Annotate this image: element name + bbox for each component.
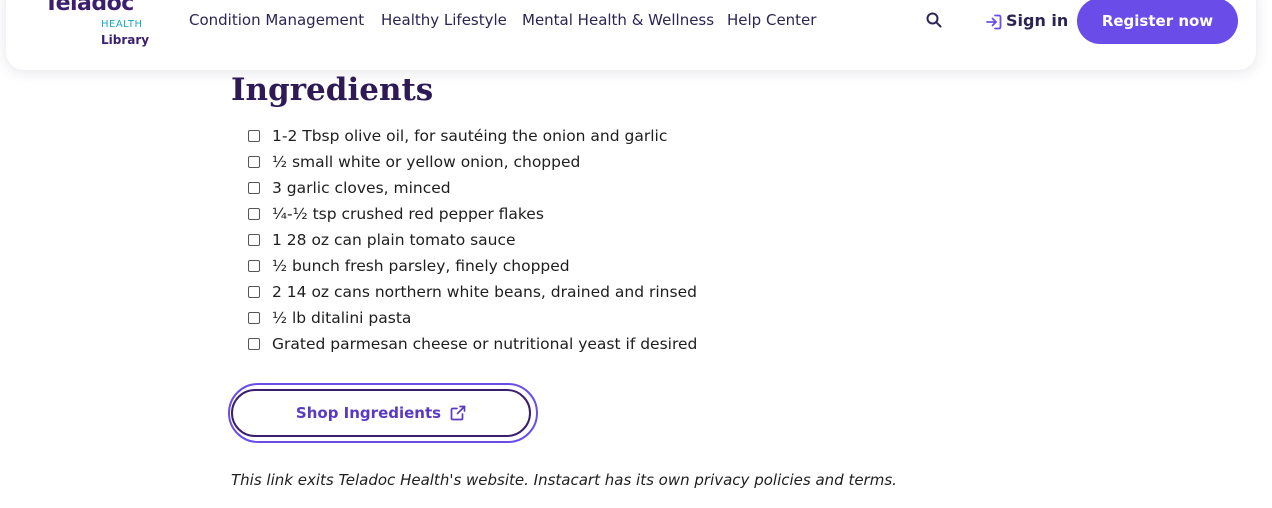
ingredient-label: 2 14 oz cans northern white beans, drain… (272, 283, 697, 301)
ingredient-checkbox[interactable] (248, 234, 260, 246)
teladoc-health-library-logo[interactable]: Teladoc ® HEALTH Library (44, 0, 154, 51)
ingredient-checkbox[interactable] (248, 130, 260, 142)
logo-library-text: Library (101, 33, 150, 47)
ingredient-checkbox[interactable] (248, 156, 260, 168)
ingredient-checkbox[interactable] (248, 260, 260, 272)
shop-ingredients-button[interactable]: Shop Ingredients (231, 389, 531, 437)
ingredient-label: ¼-½ tsp crushed red pepper flakes (272, 205, 544, 223)
ingredients-heading: Ingredients (231, 72, 434, 108)
nav-help-center[interactable]: Help Center (727, 11, 816, 29)
external-link-icon (450, 405, 466, 421)
ingredient-label: Grated parmesan cheese or nutritional ye… (272, 335, 698, 353)
ingredient-label: 3 garlic cloves, minced (272, 179, 451, 197)
shop-ingredients-label: Shop Ingredients (295, 404, 442, 422)
ingredient-checkbox[interactable] (248, 312, 260, 324)
ingredient-label: 1-2 Tbsp olive oil, for sautéing the oni… (272, 127, 668, 145)
ingredient-label: ½ small white or yellow onion, chopped (272, 153, 581, 171)
nav-mental-health-wellness[interactable]: Mental Health & Wellness (522, 11, 714, 29)
nav-condition-management[interactable]: Condition Management (189, 11, 364, 29)
site-header: Teladoc ® HEALTH Library Condition Manag… (6, 0, 1256, 70)
search-icon[interactable] (925, 11, 943, 29)
logo-registered-mark: ® (144, 0, 151, 1)
ingredient-checkbox[interactable] (248, 182, 260, 194)
ingredient-checkbox[interactable] (248, 208, 260, 220)
register-now-label: Register now (1101, 12, 1214, 30)
ingredient-label: ½ lb ditalini pasta (272, 309, 412, 327)
register-now-button[interactable]: Register now (1077, 0, 1238, 44)
exit-disclaimer: This link exits Teladoc Health's website… (231, 471, 897, 489)
ingredient-checkbox[interactable] (248, 286, 260, 298)
ingredient-label: ½ bunch fresh parsley, finely chopped (272, 257, 570, 275)
logo-health-text: HEALTH (101, 19, 143, 30)
ingredient-label: 1 28 oz can plain tomato sauce (272, 231, 516, 249)
logo-wordmark: Teladoc (44, 0, 134, 16)
nav-healthy-lifestyle[interactable]: Healthy Lifestyle (381, 11, 507, 29)
ingredient-checkbox[interactable] (248, 338, 260, 350)
sign-in-icon (986, 14, 1002, 30)
sign-in-label: Sign in (1006, 11, 1069, 30)
